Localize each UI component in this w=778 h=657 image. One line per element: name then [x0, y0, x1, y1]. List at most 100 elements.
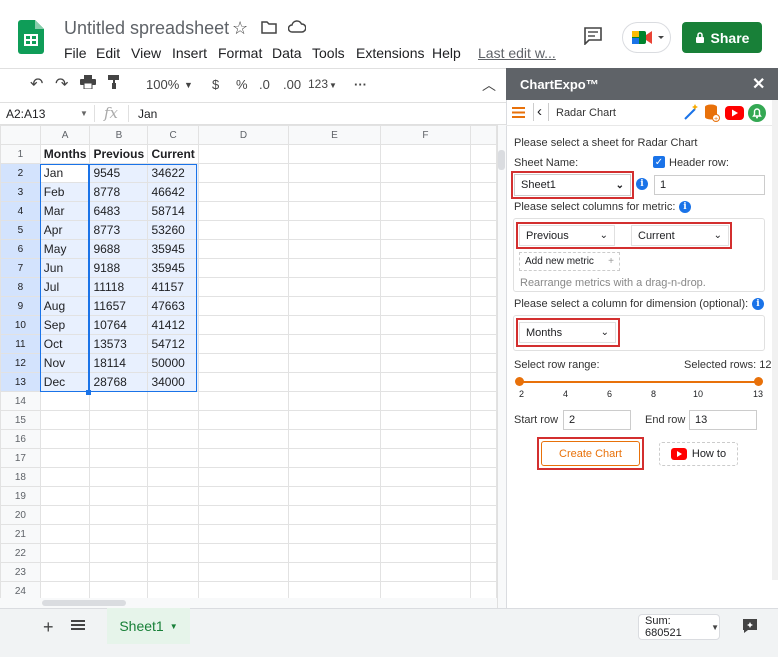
cell[interactable] [197, 410, 290, 430]
column-header-e[interactable]: E [288, 125, 381, 145]
print-icon[interactable] [80, 75, 96, 92]
cell[interactable] [379, 201, 472, 221]
row-header[interactable]: 17 [0, 448, 41, 468]
row-header[interactable]: 18 [0, 467, 41, 487]
sheet-select[interactable]: Sheet1 ⌄ [514, 174, 631, 196]
cell[interactable] [470, 144, 497, 164]
info-icon[interactable]: i [636, 178, 648, 190]
cell[interactable] [197, 334, 290, 354]
cell[interactable] [470, 353, 497, 373]
cell[interactable] [379, 391, 472, 411]
cell[interactable] [197, 296, 290, 316]
cell[interactable] [288, 353, 381, 373]
more-formats-dropdown-icon[interactable]: ▼ [329, 81, 337, 90]
more-formats-button[interactable]: 123 [308, 77, 328, 91]
cell[interactable] [470, 220, 497, 240]
comment-history-icon[interactable] [583, 27, 603, 48]
cell[interactable] [379, 353, 472, 373]
cell[interactable] [379, 429, 472, 449]
row-header[interactable]: 13 [0, 372, 41, 392]
cell[interactable] [470, 486, 497, 506]
cell[interactable] [470, 429, 497, 449]
cell[interactable] [147, 562, 199, 582]
info-icon[interactable]: i [679, 201, 691, 213]
close-icon[interactable]: ✕ [752, 74, 765, 94]
last-edit-link[interactable]: Last edit w... [478, 45, 556, 61]
cell[interactable]: Current [147, 144, 199, 164]
range-slider-start-handle[interactable] [515, 377, 524, 386]
currency-format-button[interactable]: $ [212, 77, 219, 92]
row-header[interactable]: 9 [0, 296, 41, 316]
menu-data[interactable]: Data [272, 45, 302, 61]
row-header[interactable]: 21 [0, 524, 41, 544]
dimension-select[interactable]: Months ⌄ [519, 322, 616, 343]
cell[interactable] [379, 258, 472, 278]
row-header[interactable]: 4 [0, 201, 41, 221]
end-row-input[interactable]: 13 [689, 410, 757, 430]
cell[interactable] [147, 486, 199, 506]
cell[interactable] [288, 391, 381, 411]
info-icon[interactable]: i [752, 298, 764, 310]
cell[interactable] [197, 277, 290, 297]
row-header[interactable]: 7 [0, 258, 41, 278]
cell[interactable] [470, 391, 497, 411]
cell[interactable] [197, 220, 290, 240]
menu-edit[interactable]: Edit [96, 45, 120, 61]
cell[interactable] [470, 277, 497, 297]
cell[interactable] [147, 429, 199, 449]
create-chart-button[interactable]: Create Chart [541, 441, 640, 466]
cell[interactable] [39, 543, 91, 563]
cell[interactable] [288, 486, 381, 506]
row-header[interactable]: 6 [0, 239, 41, 259]
cell[interactable] [470, 372, 497, 392]
magic-wand-icon[interactable] [683, 103, 699, 124]
cell[interactable] [470, 315, 497, 335]
cell[interactable] [89, 524, 149, 544]
formula-input[interactable]: Jan [138, 107, 157, 121]
row-header[interactable]: 16 [0, 429, 41, 449]
cell[interactable] [288, 448, 381, 468]
panel-scrollbar[interactable] [772, 100, 778, 580]
cell[interactable] [39, 524, 91, 544]
zoom-dropdown-icon[interactable]: ▼ [184, 80, 193, 90]
cell[interactable] [379, 448, 472, 468]
row-header[interactable]: 14 [0, 391, 41, 411]
menu-file[interactable]: File [64, 45, 87, 61]
cell[interactable] [470, 334, 497, 354]
cell[interactable] [197, 562, 290, 582]
cell[interactable] [197, 372, 290, 392]
row-header[interactable]: 11 [0, 334, 41, 354]
cell[interactable] [39, 448, 91, 468]
cell[interactable] [39, 562, 91, 582]
row-header[interactable]: 15 [0, 410, 41, 430]
row-header[interactable]: 12 [0, 353, 41, 373]
star-icon[interactable]: ☆ [232, 18, 248, 39]
cell[interactable] [288, 239, 381, 259]
column-header-b[interactable]: B [89, 125, 149, 145]
cell[interactable] [470, 258, 497, 278]
cell[interactable] [470, 163, 497, 183]
youtube-icon[interactable] [725, 106, 744, 123]
add-sheet-icon[interactable]: + [43, 617, 54, 638]
menu-format[interactable]: Format [218, 45, 262, 61]
column-header-c[interactable]: C [147, 125, 199, 145]
cell[interactable] [470, 239, 497, 259]
increase-decimal-button[interactable]: .00 [283, 77, 301, 92]
cell[interactable] [288, 429, 381, 449]
cell[interactable] [470, 543, 497, 563]
how-to-button[interactable]: How to [659, 442, 738, 466]
cell[interactable] [197, 391, 290, 411]
cell[interactable] [288, 163, 381, 183]
cell[interactable] [379, 372, 472, 392]
cell[interactable] [470, 201, 497, 221]
cell[interactable] [288, 258, 381, 278]
notification-bell-icon[interactable] [748, 104, 766, 125]
cell[interactable] [379, 239, 472, 259]
row-header[interactable]: 19 [0, 486, 41, 506]
cell[interactable] [379, 144, 472, 164]
cell[interactable] [470, 524, 497, 544]
sum-dropdown-icon[interactable]: ▼ [711, 623, 719, 632]
cell[interactable] [147, 505, 199, 525]
cell[interactable] [470, 505, 497, 525]
name-box-dropdown-icon[interactable]: ▼ [80, 109, 88, 118]
